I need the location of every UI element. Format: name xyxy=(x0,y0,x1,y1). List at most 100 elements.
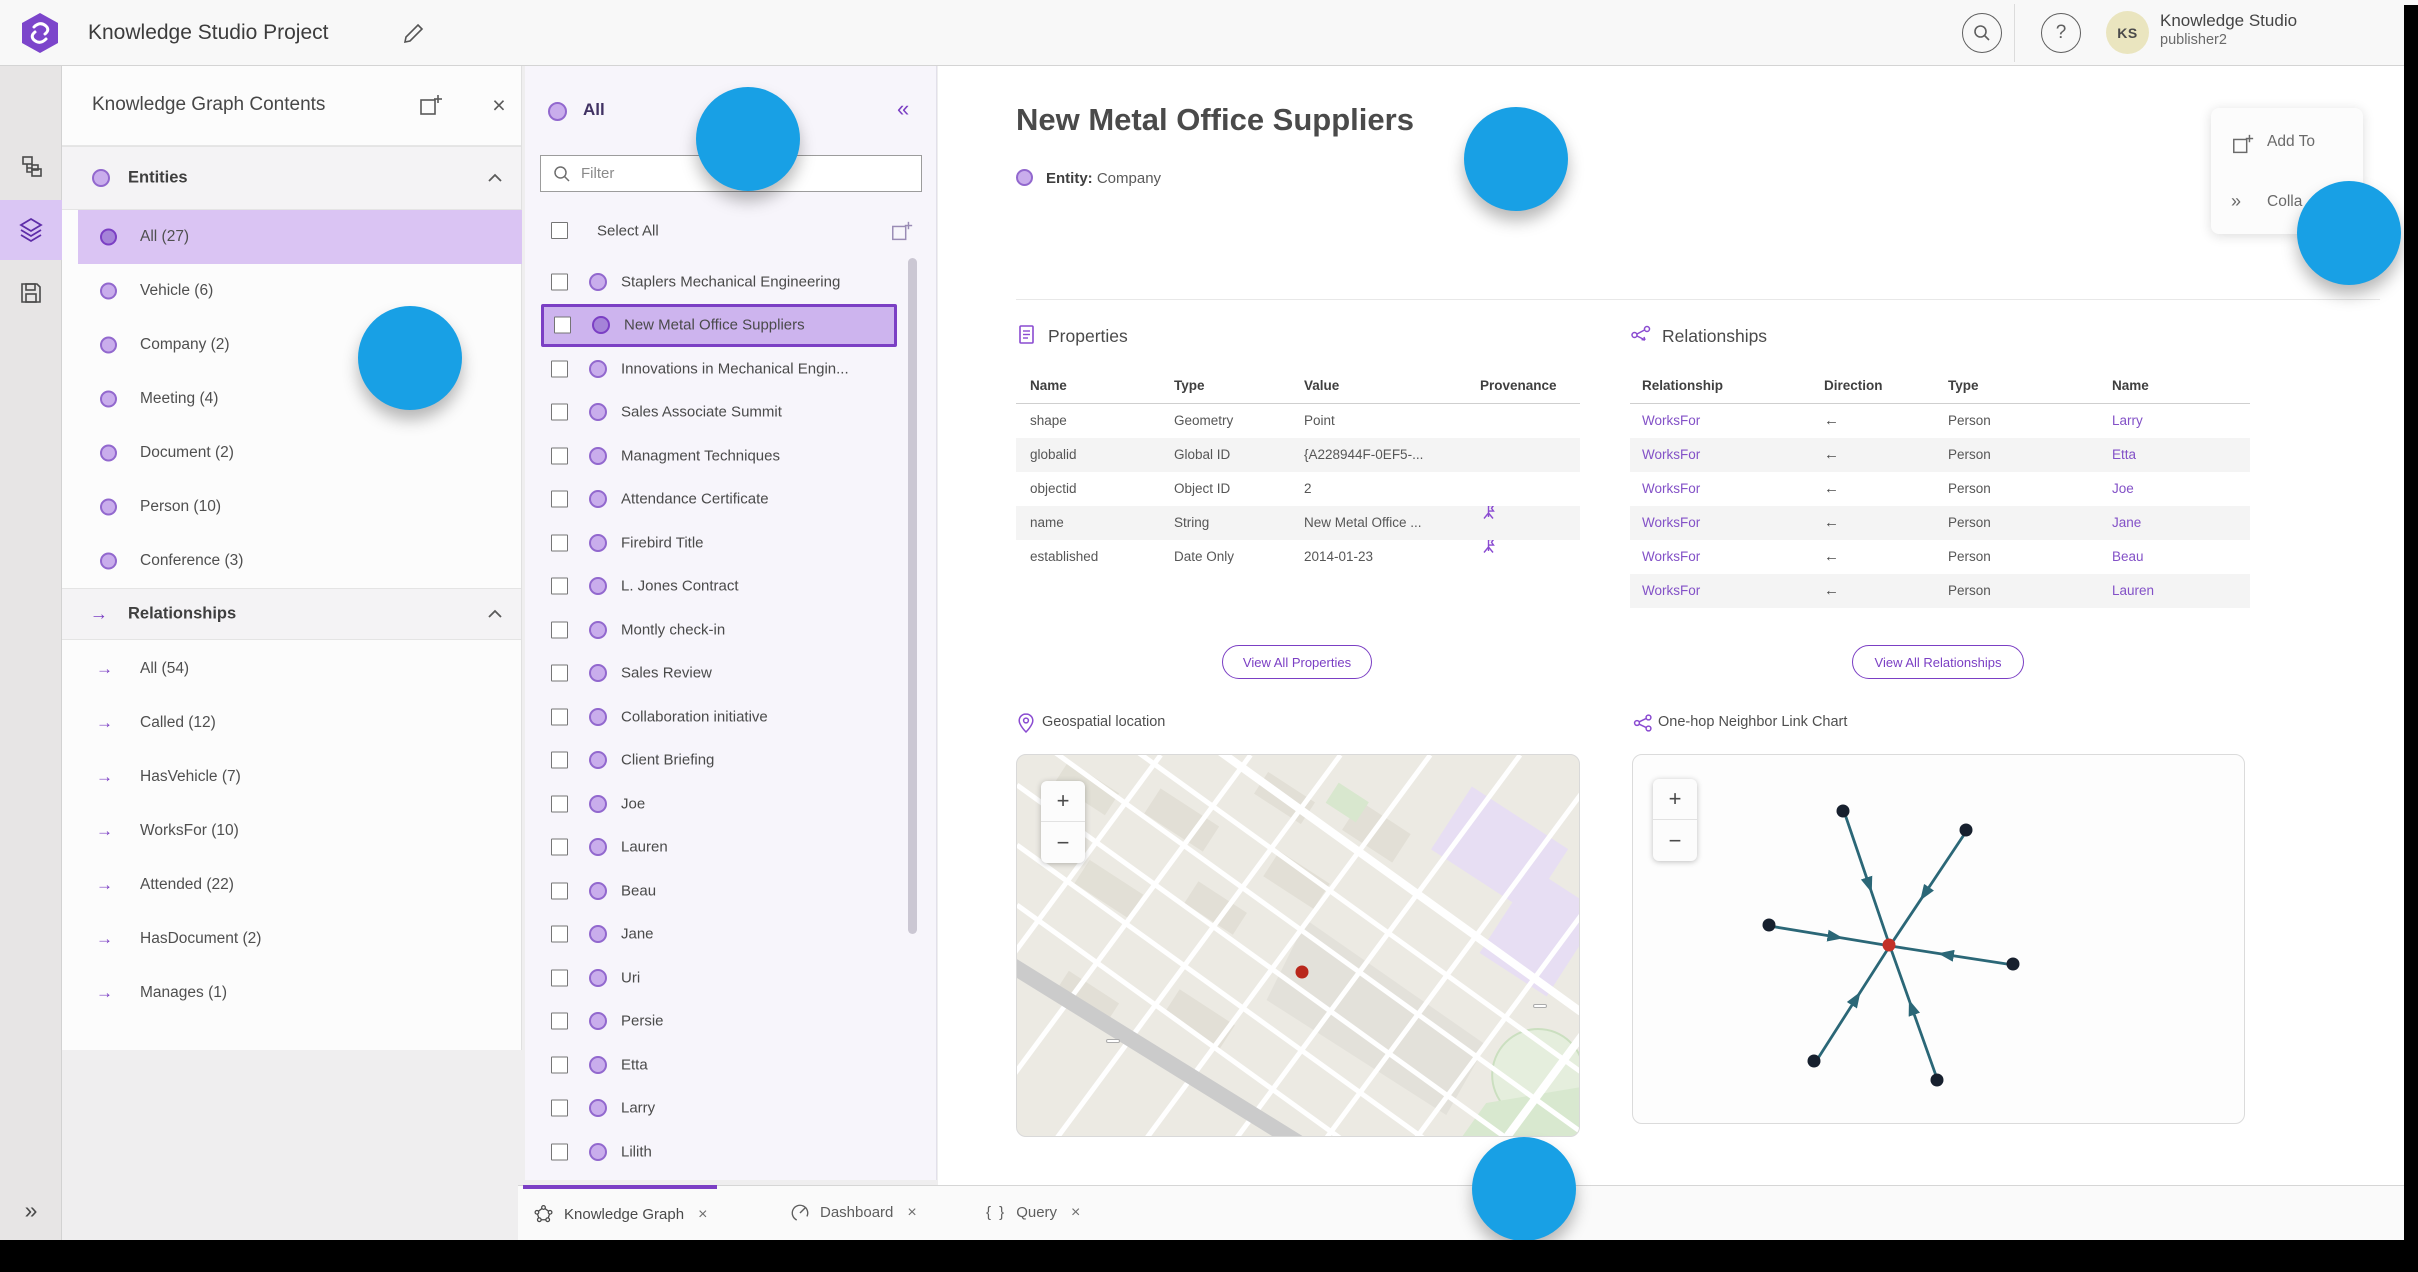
entity-category-row[interactable]: Vehicle (6) xyxy=(78,264,522,318)
relationship-link[interactable]: WorksFor xyxy=(1630,574,1812,608)
entity-list-item[interactable]: Etta xyxy=(541,1043,897,1087)
edit-title-icon[interactable] xyxy=(402,21,426,45)
tab-query[interactable]: { } Query × xyxy=(976,1185,1090,1240)
entity-name-link[interactable]: Etta xyxy=(2100,438,2250,472)
entity-list-item[interactable]: Persie xyxy=(541,1000,897,1044)
provenance-flag-cell[interactable] xyxy=(1466,540,1580,574)
entity-list-item[interactable]: Sales Associate Summit xyxy=(541,391,897,435)
relationship-category-row[interactable]: → Manages (1) xyxy=(78,966,522,1020)
save-rail-button[interactable] xyxy=(0,264,62,322)
one-hop-link-chart[interactable]: + − xyxy=(1632,754,2245,1124)
item-checkbox[interactable] xyxy=(551,708,568,726)
close-panel-button[interactable]: × xyxy=(484,90,514,120)
help-button[interactable]: ? xyxy=(2041,13,2081,53)
relationship-category-row[interactable]: → Called (12) xyxy=(78,696,522,750)
view-all-relationships-button[interactable]: View All Relationships xyxy=(1852,645,2024,679)
item-checkbox[interactable] xyxy=(551,795,568,813)
entity-list-item[interactable]: Attendance Certificate xyxy=(541,478,897,522)
add-to-new-list-icon[interactable] xyxy=(418,93,444,119)
entity-category-row[interactable]: Conference (3) xyxy=(78,534,522,588)
entity-list-item[interactable]: Innovations in Mechanical Engin... xyxy=(541,347,897,391)
zoom-out-button[interactable]: − xyxy=(1653,820,1697,861)
item-checkbox[interactable] xyxy=(551,534,568,552)
add-to-button[interactable]: Add To xyxy=(2211,124,2363,164)
relationship-link[interactable]: WorksFor xyxy=(1630,438,1812,472)
item-checkbox[interactable] xyxy=(551,577,568,595)
chevron-up-icon[interactable] xyxy=(487,609,503,619)
graph-node[interactable] xyxy=(1930,1073,1944,1087)
entity-list-item[interactable]: Montly check-in xyxy=(541,608,897,652)
zoom-out-button[interactable]: − xyxy=(1041,822,1085,863)
user-menu[interactable]: Knowledge Studio publisher2 xyxy=(2160,10,2297,49)
item-checkbox[interactable] xyxy=(551,621,568,639)
graph-center-node[interactable] xyxy=(1882,938,1896,952)
entity-list-item[interactable]: Client Briefing xyxy=(541,739,897,783)
relationship-link[interactable]: WorksFor xyxy=(1630,404,1812,438)
graph-node[interactable] xyxy=(2006,957,2020,971)
item-checkbox[interactable] xyxy=(551,1099,568,1117)
entity-name-link[interactable]: Jane xyxy=(2100,506,2250,540)
item-checkbox[interactable] xyxy=(551,403,568,421)
close-tab-icon[interactable]: × xyxy=(907,1204,916,1222)
item-checkbox[interactable] xyxy=(551,882,568,900)
entity-list-item[interactable]: Managment Techniques xyxy=(541,434,897,478)
relationships-section-header[interactable]: → Relationships xyxy=(62,588,521,640)
item-checkbox[interactable] xyxy=(551,1012,568,1030)
entity-list-item[interactable]: Joe xyxy=(541,782,897,826)
entity-list-item[interactable]: Lilith xyxy=(541,1130,897,1174)
entity-list-item[interactable]: New Metal Office Suppliers xyxy=(541,303,897,347)
view-all-properties-button[interactable]: View All Properties xyxy=(1222,645,1372,679)
relationship-category-row[interactable]: → HasVehicle (7) xyxy=(78,750,522,804)
item-checkbox[interactable] xyxy=(551,273,568,291)
entity-name-link[interactable]: Joe xyxy=(2100,472,2250,506)
item-checkbox[interactable] xyxy=(551,751,568,769)
entity-name-link[interactable]: Larry xyxy=(2100,404,2250,438)
entity-list-item[interactable]: L. Jones Contract xyxy=(541,565,897,609)
item-checkbox[interactable] xyxy=(551,360,568,378)
zoom-in-button[interactable]: + xyxy=(1041,781,1085,822)
entities-section-header[interactable]: Entities xyxy=(62,146,521,210)
entity-name-link[interactable]: Beau xyxy=(2100,540,2250,574)
item-checkbox[interactable] xyxy=(551,490,568,508)
item-checkbox[interactable] xyxy=(554,316,571,334)
item-checkbox[interactable] xyxy=(551,447,568,465)
graph-node[interactable] xyxy=(1959,823,1973,837)
entity-list-item[interactable]: Firebird Title xyxy=(541,521,897,565)
close-tab-icon[interactable]: × xyxy=(1071,1204,1080,1222)
relationship-category-row[interactable]: → All (54) xyxy=(78,642,522,696)
relationship-link[interactable]: WorksFor xyxy=(1630,472,1812,506)
tab-dashboard[interactable]: Dashboard × xyxy=(780,1185,927,1240)
item-checkbox[interactable] xyxy=(551,969,568,987)
entity-list-item[interactable]: Lauren xyxy=(541,826,897,870)
avatar[interactable]: KS xyxy=(2106,11,2149,54)
relationship-link[interactable]: WorksFor xyxy=(1630,506,1812,540)
geospatial-map[interactable]: + − xyxy=(1016,754,1580,1137)
provenance-flag-cell[interactable] xyxy=(1466,506,1580,540)
item-checkbox[interactable] xyxy=(551,1143,568,1161)
entity-list-item[interactable]: Larry xyxy=(541,1087,897,1131)
select-all-checkbox[interactable] xyxy=(551,222,568,239)
item-checkbox[interactable] xyxy=(551,838,568,856)
item-checkbox[interactable] xyxy=(551,664,568,682)
close-tab-icon[interactable]: × xyxy=(698,1206,707,1224)
list-scrollbar[interactable] xyxy=(908,258,917,934)
entity-list-item[interactable]: Collaboration initiative xyxy=(541,695,897,739)
relationship-category-row[interactable]: → WorksFor (10) xyxy=(78,804,522,858)
entity-list-item[interactable]: Staplers Mechanical Engineering xyxy=(541,260,897,304)
data-model-rail-button[interactable] xyxy=(0,138,62,196)
tab-knowledge-graph[interactable]: Knowledge Graph × xyxy=(523,1185,718,1240)
search-button[interactable] xyxy=(1962,13,2002,53)
entity-list-item[interactable]: Sales Review xyxy=(541,652,897,696)
entity-list-item[interactable]: Uri xyxy=(541,956,897,1000)
relationship-link[interactable]: WorksFor xyxy=(1630,540,1812,574)
expand-rail-button[interactable]: » xyxy=(0,1184,62,1236)
entity-category-row[interactable]: Document (2) xyxy=(78,426,522,480)
zoom-in-button[interactable]: + xyxy=(1653,779,1697,820)
graph-node[interactable] xyxy=(1807,1054,1821,1068)
add-to-map-icon[interactable] xyxy=(890,220,914,244)
relationship-category-row[interactable]: → Attended (22) xyxy=(78,858,522,912)
item-checkbox[interactable] xyxy=(551,1056,568,1074)
chevron-up-icon[interactable] xyxy=(487,173,503,183)
graph-node[interactable] xyxy=(1836,804,1850,818)
graph-node[interactable] xyxy=(1762,918,1776,932)
